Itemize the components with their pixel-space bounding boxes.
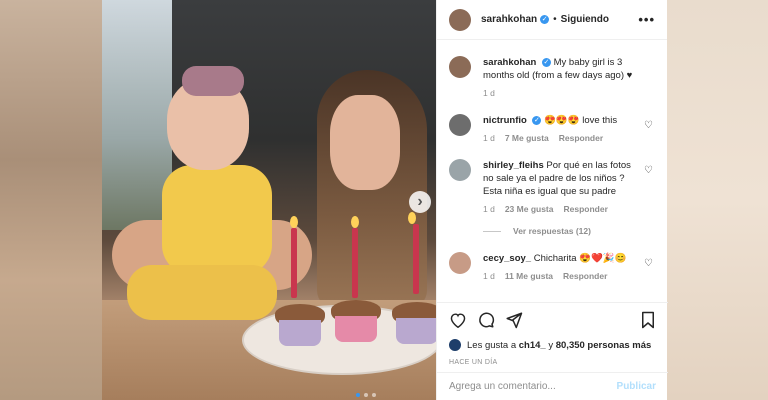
carousel-next-button[interactable]: › xyxy=(409,191,431,213)
comment-time[interactable]: 1 d xyxy=(483,271,495,281)
author-username[interactable]: sarahkohan xyxy=(481,14,537,25)
post-photo xyxy=(102,0,436,400)
publish-button[interactable]: Publicar xyxy=(617,381,656,392)
bookmark-icon[interactable] xyxy=(640,311,656,329)
comment-item: cecy_soy_ Chicharita 😍❤️🎉😊 1 d 11 Me gus… xyxy=(449,252,655,281)
verified-badge-icon: ✓ xyxy=(541,57,551,67)
post-side-panel: sarahkohan ✓ • Siguiendo ••• sarahkohan … xyxy=(436,0,668,400)
likes-count[interactable]: 80,350 personas más xyxy=(556,340,652,351)
comment-input[interactable] xyxy=(449,381,617,392)
more-options-icon[interactable]: ••• xyxy=(638,12,655,27)
heart-icon[interactable]: ♡ xyxy=(644,258,653,269)
comment-avatar[interactable] xyxy=(449,159,471,181)
photo-flame xyxy=(290,216,298,228)
comment-icon[interactable] xyxy=(477,311,495,329)
carousel-dot xyxy=(356,393,360,397)
likes-summary: Les gusta a ch14_ y 80,350 personas más xyxy=(449,339,656,351)
likes-connector: y xyxy=(548,339,554,351)
photo-cupcake xyxy=(392,302,436,344)
photo-candle xyxy=(352,228,358,298)
add-comment-bar: Publicar xyxy=(437,372,668,400)
likes-prefix: Les gusta a xyxy=(467,339,517,351)
author-avatar[interactable] xyxy=(449,8,471,31)
comment-item: shirley_fleihs Por qué en las fotos no s… xyxy=(449,159,655,214)
comment-time[interactable]: 1 d xyxy=(483,133,495,143)
blurred-background-left xyxy=(0,0,102,400)
reply-button[interactable]: Responder xyxy=(563,204,607,214)
photo-candle xyxy=(291,228,297,298)
comment-avatar[interactable] xyxy=(449,114,471,136)
view-replies-button[interactable]: Ver respuestas (12) xyxy=(483,226,655,236)
caption-comment: sarahkohan ✓ My baby girl is 3 months ol… xyxy=(449,56,655,98)
photo-candle xyxy=(413,224,419,294)
comment-username[interactable]: shirley_fleihs xyxy=(483,160,544,171)
photo-flame xyxy=(351,216,359,228)
comment-text: Chicharita 😍❤️🎉😊 xyxy=(533,253,627,264)
photo-cupcake xyxy=(275,304,325,346)
comment-likes[interactable]: 7 Me gusta xyxy=(505,133,549,143)
reply-button[interactable]: Responder xyxy=(559,133,603,143)
post-timestamp[interactable]: HACE UN DÍA xyxy=(449,359,656,366)
share-icon[interactable] xyxy=(505,311,523,329)
comment-text: 😍😍😍 love this xyxy=(544,115,618,126)
photo-cupcake xyxy=(331,300,381,342)
following-button[interactable]: Siguiendo xyxy=(561,14,609,25)
photo-flame xyxy=(408,212,416,224)
liker-avatar[interactable] xyxy=(449,339,461,351)
caption-username[interactable]: sarahkohan xyxy=(483,57,536,68)
comment-item: nictrunfio ✓ 😍😍😍 love this 1 d 7 Me gust… xyxy=(449,114,655,143)
replies-divider xyxy=(483,230,501,232)
verified-badge-icon: ✓ xyxy=(532,115,542,125)
carousel-dot xyxy=(372,393,376,397)
reply-button[interactable]: Responder xyxy=(563,271,607,281)
photo-baby-legs xyxy=(127,265,277,320)
comment-avatar[interactable] xyxy=(449,252,471,274)
caption-time[interactable]: 1 d xyxy=(483,88,495,98)
comment-username[interactable]: cecy_soy_ xyxy=(483,253,531,264)
heart-icon[interactable]: ♡ xyxy=(644,120,653,131)
verified-badge-icon: ✓ xyxy=(540,15,550,24)
blurred-background-right xyxy=(667,0,768,400)
comment-time[interactable]: 1 d xyxy=(483,204,495,214)
comment-likes[interactable]: 23 Me gusta xyxy=(505,204,554,214)
photo-baby-body xyxy=(162,165,272,275)
like-heart-icon[interactable] xyxy=(449,312,467,328)
caption-avatar[interactable] xyxy=(449,56,471,78)
view-replies-label: Ver respuestas (12) xyxy=(513,226,591,236)
post-actions: Les gusta a ch14_ y 80,350 personas más … xyxy=(437,302,668,372)
liker-username[interactable]: ch14_ xyxy=(519,340,546,351)
carousel-dot xyxy=(364,393,368,397)
header-separator: • xyxy=(553,14,557,25)
chevron-right-icon: › xyxy=(417,193,423,210)
photo-woman-face xyxy=(330,95,400,190)
comment-likes[interactable]: 11 Me gusta xyxy=(505,271,553,281)
comments-list: sarahkohan ✓ My baby girl is 3 months ol… xyxy=(437,56,667,281)
post-header: sarahkohan ✓ • Siguiendo ••• xyxy=(437,0,667,40)
photo-baby-bow xyxy=(182,66,244,96)
carousel-indicator xyxy=(356,393,376,397)
comment-username[interactable]: nictrunfio xyxy=(483,115,527,126)
heart-icon[interactable]: ♡ xyxy=(644,165,653,176)
